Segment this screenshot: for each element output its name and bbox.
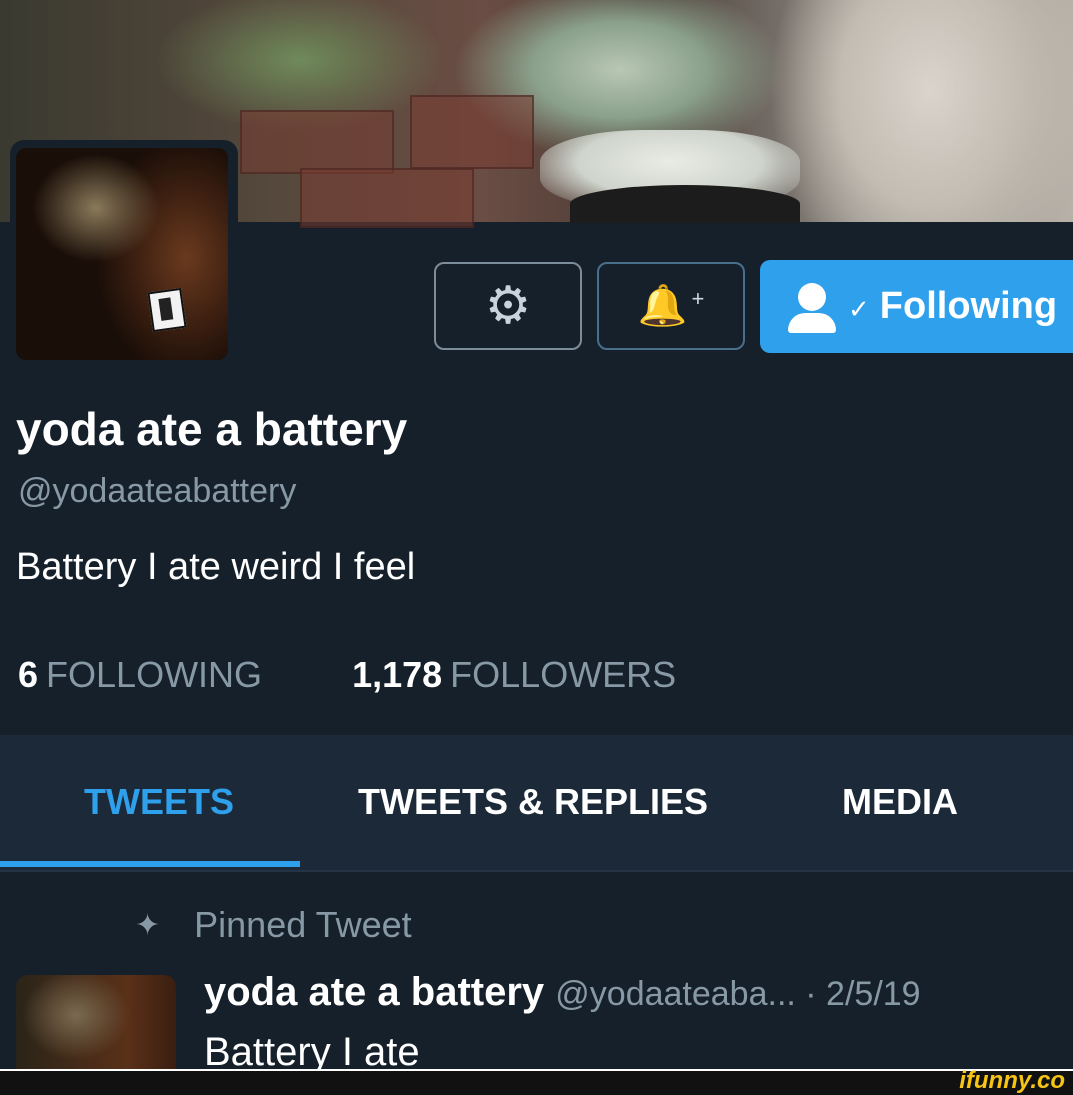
following-count: 6 — [18, 654, 39, 695]
profile-name: yoda ate a battery — [16, 403, 408, 455]
tweet-meta: @yodaateaba... · 2/5/19 — [555, 975, 921, 1013]
profile-bio: Battery I ate weird I feel — [16, 546, 416, 588]
tab-tweets[interactable]: TWEETS — [84, 781, 234, 823]
following-button-label: Following — [879, 285, 1058, 327]
following-stat[interactable]: 6 FOLLOWING — [18, 654, 262, 696]
profile-tabs: TWEETS TWEETS & REPLIES MEDIA — [0, 735, 1073, 872]
plus-icon: + — [691, 286, 705, 311]
pin-icon: ✦ — [135, 908, 161, 942]
tweet-avatar[interactable] — [16, 975, 176, 1071]
profile-handle: @yodaateabattery — [18, 472, 297, 510]
profile-avatar[interactable] — [16, 148, 228, 360]
pinned-tweet-label: ✦ Pinned Tweet — [135, 904, 412, 946]
battery-icon — [147, 287, 187, 333]
followers-stat[interactable]: 1,178 FOLLOWERS — [352, 654, 676, 696]
tab-tweets-and-replies[interactable]: TWEETS & REPLIES — [358, 781, 708, 823]
settings-button[interactable]: ⚙ — [434, 262, 582, 350]
check-icon: ✓ — [848, 294, 870, 324]
followers-stat-label: FOLLOWERS — [450, 654, 677, 695]
watermark-logo: ifunny.co — [959, 1067, 1065, 1094]
active-tab-indicator — [0, 861, 300, 867]
notifications-button[interactable]: 🔔 + — [597, 262, 745, 350]
profile-stats: 6 FOLLOWING 1,178 FOLLOWERS — [18, 654, 676, 696]
gear-icon: ⚙ — [484, 277, 532, 335]
pinned-label-text: Pinned Tweet — [194, 904, 412, 945]
tweet-header: yoda ate a battery @yodaateaba... · 2/5/… — [204, 970, 921, 1015]
person-icon — [786, 279, 842, 335]
bell-plus-icon: 🔔 — [637, 284, 688, 328]
followers-count: 1,178 — [352, 654, 443, 695]
following-button[interactable]: ✓ Following — [760, 260, 1073, 353]
footer-strip: ifunny.co — [0, 1067, 1073, 1095]
tab-media[interactable]: MEDIA — [842, 781, 958, 823]
following-stat-label: FOLLOWING — [46, 654, 263, 695]
tweet-author-name[interactable]: yoda ate a battery — [204, 970, 544, 1014]
tweet-text[interactable]: Battery I ate — [204, 1030, 420, 1070]
